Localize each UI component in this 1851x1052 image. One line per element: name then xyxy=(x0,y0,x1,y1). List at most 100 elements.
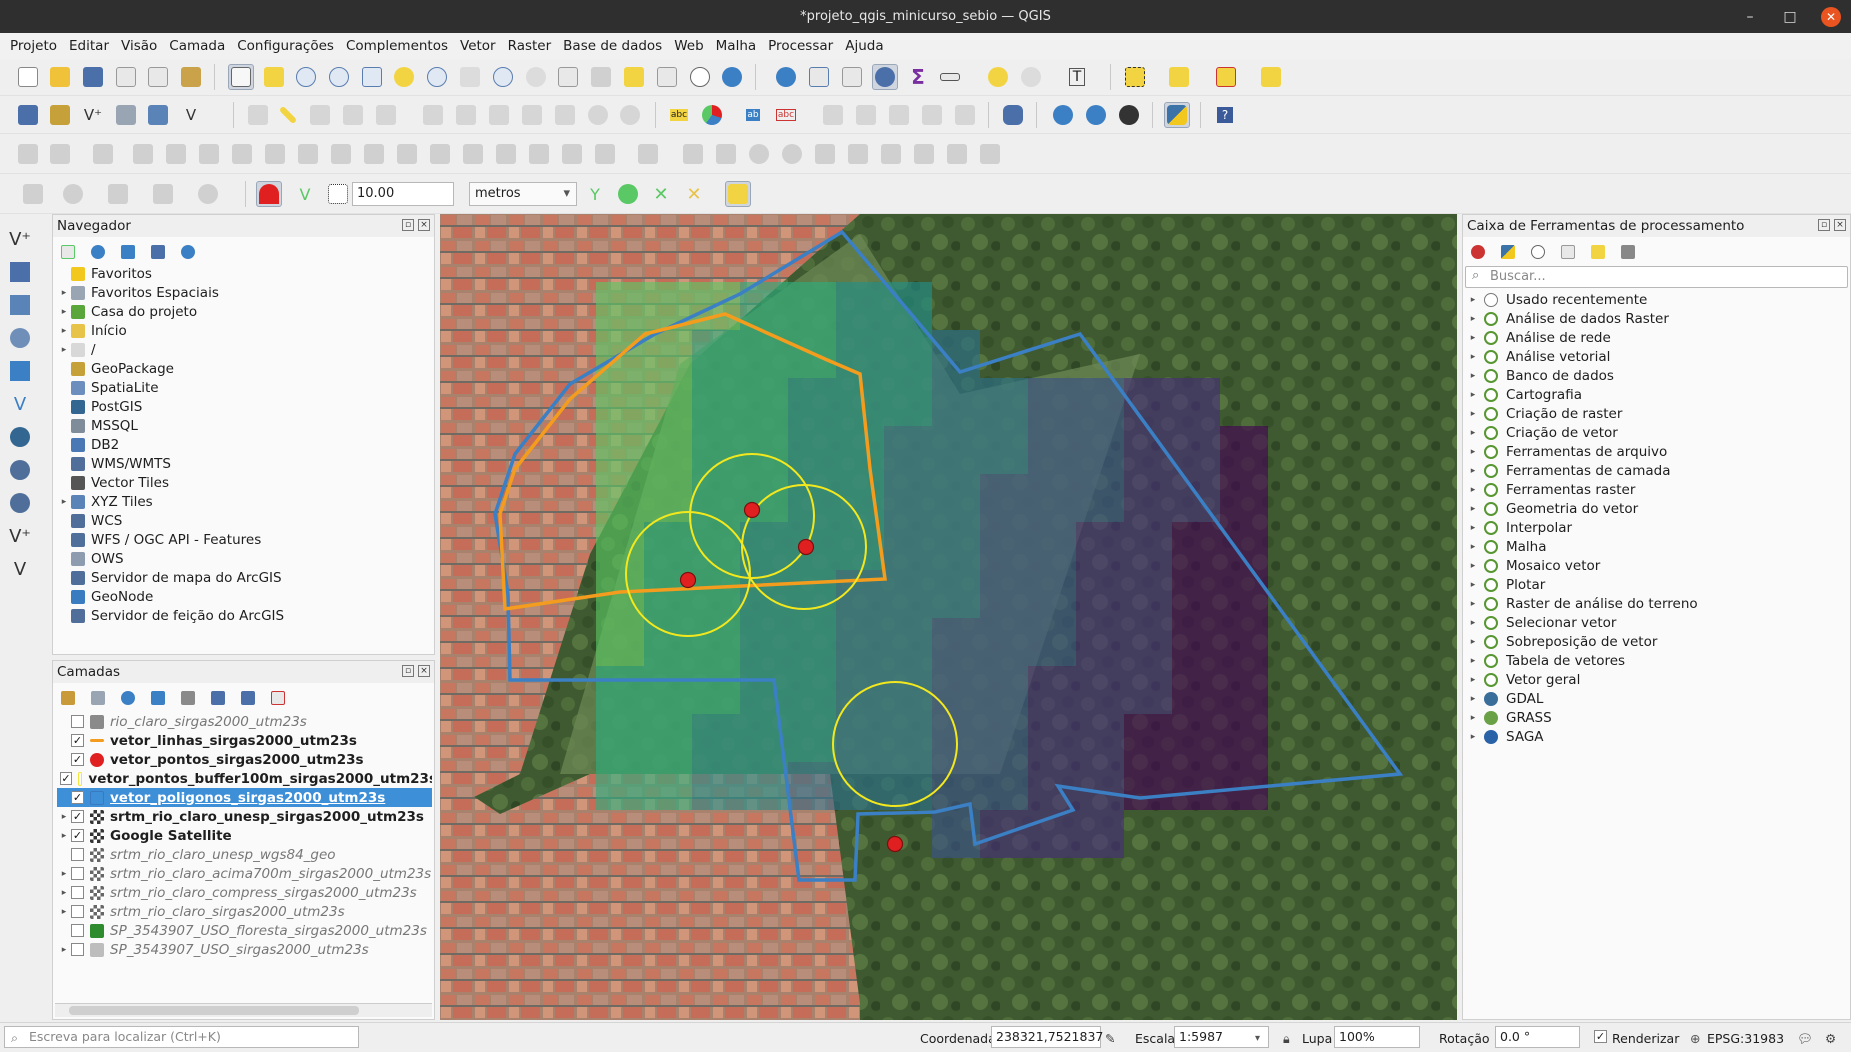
expand-arrow-icon[interactable]: ▸ xyxy=(1466,656,1480,666)
digitize-shape-icon[interactable] xyxy=(944,141,970,167)
refresh-browser-icon[interactable] xyxy=(91,245,105,259)
menu-editar[interactable]: Editar xyxy=(63,38,115,54)
select-features-icon[interactable] xyxy=(1122,64,1148,90)
zoom-to-selection-icon[interactable] xyxy=(391,64,417,90)
scrollbar-thumb[interactable] xyxy=(69,1006,359,1015)
expand-arrow-icon[interactable]: ▸ xyxy=(1466,675,1480,685)
layer-row[interactable]: ✓ vetor_poligonos_sirgas2000_utm23s xyxy=(57,788,432,807)
browser-item[interactable]: SpatiaLite xyxy=(57,378,159,397)
layer-row[interactable]: ✓ vetor_pontos_sirgas2000_utm23s xyxy=(57,750,432,769)
fill-ring-icon[interactable] xyxy=(262,141,288,167)
digitize-polygon-icon[interactable] xyxy=(845,141,871,167)
digitize-ellipse-icon[interactable] xyxy=(779,141,805,167)
processing-group[interactable]: ▸ Raster de análise do terreno xyxy=(1466,594,1698,613)
add-wcs-layer-icon[interactable] xyxy=(6,489,34,517)
expand-arrow-icon[interactable]: ▸ xyxy=(1466,542,1480,552)
float-panel-icon[interactable]: ▫ xyxy=(402,219,414,231)
expand-arrow-icon[interactable]: ▸ xyxy=(57,907,71,917)
modify-attributes-icon[interactable] xyxy=(420,102,446,128)
annotation-icon[interactable] xyxy=(1018,64,1044,90)
processing-group[interactable]: ▸ Vetor geral xyxy=(1466,670,1581,689)
highlight-labels-icon[interactable]: ab xyxy=(740,102,766,128)
layer-row[interactable]: ▸ SP_3543907_USO_sirgas2000_utm23s xyxy=(57,940,432,959)
browser-item[interactable]: GeoPackage xyxy=(57,359,174,378)
snapping-vertex-icon[interactable] xyxy=(325,181,351,207)
expand-arrow-icon[interactable]: ▸ xyxy=(1466,466,1480,476)
digitize-stream-icon[interactable] xyxy=(911,141,937,167)
expand-arrow-icon[interactable]: ▸ xyxy=(1466,561,1480,571)
browser-item[interactable]: ▸ Favoritos Espaciais xyxy=(57,283,219,302)
style-manager-icon[interactable] xyxy=(178,64,204,90)
expand-arrow-icon[interactable]: ▸ xyxy=(1466,713,1480,723)
open-attribute-table-icon[interactable] xyxy=(806,64,832,90)
layer-visibility-checkbox[interactable]: ✓ xyxy=(71,810,84,823)
snapping-tolerance-input[interactable]: 10.00 xyxy=(352,182,454,206)
layer-row[interactable]: ▸ srtm_rio_claro_compress_sirgas2000_utm2… xyxy=(57,883,432,902)
close-button[interactable]: ✕ xyxy=(1821,6,1841,27)
rotate-point-symbols-icon[interactable] xyxy=(559,141,585,167)
expand-arrow-icon[interactable]: ▸ xyxy=(1466,295,1480,305)
add-mesh-layer-icon[interactable] xyxy=(6,291,34,319)
models-icon[interactable] xyxy=(1471,245,1485,259)
layer-visibility-checkbox[interactable] xyxy=(71,924,84,937)
offset-point-symbols-icon[interactable] xyxy=(592,141,618,167)
browser-item[interactable]: Vector Tiles xyxy=(57,473,169,492)
digitize-curve-icon[interactable] xyxy=(878,141,904,167)
new-shapefile-layer-icon[interactable]: V⁺ xyxy=(80,102,106,128)
add-delimited-text-icon[interactable] xyxy=(6,357,34,385)
browser-item[interactable]: ▸ Início xyxy=(57,321,127,340)
snapping-units-select[interactable]: metros xyxy=(469,182,577,206)
processing-group[interactable]: ▸ Ferramentas raster xyxy=(1466,480,1636,499)
float-panel-icon[interactable]: ▫ xyxy=(1818,219,1830,231)
processing-group[interactable]: ▸ Interpolar xyxy=(1466,518,1572,537)
layer-visibility-checkbox[interactable] xyxy=(71,943,84,956)
redo-icon[interactable] xyxy=(617,102,643,128)
add-wms-layer-icon[interactable] xyxy=(6,456,34,484)
locator-input[interactable]: Escreva para localizar (Ctrl+K) xyxy=(4,1026,359,1048)
merge-attributes-icon[interactable] xyxy=(526,141,552,167)
digitize-rectangle-icon[interactable] xyxy=(812,141,838,167)
add-postgis-layer-icon[interactable] xyxy=(6,423,34,451)
delete-part-icon[interactable] xyxy=(328,141,354,167)
new-temporary-layer-icon[interactable] xyxy=(113,102,139,128)
pan-hand-icon[interactable] xyxy=(228,64,254,90)
expand-arrow-icon[interactable]: ▸ xyxy=(1466,333,1480,343)
expand-all-icon[interactable] xyxy=(211,691,225,705)
shape-digitizing-icon[interactable] xyxy=(105,181,131,207)
browser-item[interactable]: ▸ XYZ Tiles xyxy=(57,492,153,511)
menu-visao[interactable]: Visão xyxy=(115,38,163,54)
expand-arrow-icon[interactable]: ▸ xyxy=(1466,599,1480,609)
new-project-icon[interactable] xyxy=(15,64,41,90)
paste-features-icon[interactable] xyxy=(552,102,578,128)
delete-selected-icon[interactable] xyxy=(453,102,479,128)
expand-arrow-icon[interactable]: ▸ xyxy=(1466,352,1480,362)
new-virtual-layer-icon[interactable] xyxy=(145,102,171,128)
messages-icon[interactable]: 💬︎ xyxy=(1797,1028,1813,1049)
browser-item[interactable]: WCS xyxy=(57,511,122,530)
menu-complementos[interactable]: Complementos xyxy=(340,38,454,54)
new-map-view-icon[interactable] xyxy=(555,64,581,90)
processing-toolbox-icon[interactable] xyxy=(872,64,898,90)
layer-row[interactable]: ✓ vetor_pontos_buffer100m_sirgas2000_utm2… xyxy=(57,769,432,788)
filter-legend-icon[interactable] xyxy=(151,691,165,705)
layers-scrollbar[interactable] xyxy=(55,1003,432,1017)
history-icon[interactable] xyxy=(1531,245,1545,259)
edit-features-in-place-icon[interactable] xyxy=(1591,245,1605,259)
statistical-summary-icon[interactable]: Σ xyxy=(905,64,931,90)
layer-row[interactable]: ▸ srtm_rio_claro_acima700m_sirgas2000_utm… xyxy=(57,864,432,883)
expand-arrow-icon[interactable]: ▸ xyxy=(1466,409,1480,419)
add-vector-layer-icon[interactable]: V xyxy=(178,102,204,128)
new-print-layout-icon[interactable] xyxy=(113,64,139,90)
digitize-with-curve-icon[interactable] xyxy=(60,181,86,207)
data-source-manager-icon[interactable] xyxy=(15,102,41,128)
processing-group[interactable]: ▸ Tabela de vetores xyxy=(1466,651,1625,670)
browser-item[interactable]: MSSQL xyxy=(57,416,138,435)
layer-visibility-checkbox[interactable] xyxy=(71,905,84,918)
reshape-features-icon[interactable] xyxy=(361,141,387,167)
processing-group[interactable]: ▸ Selecionar vetor xyxy=(1466,613,1617,632)
processing-search-input[interactable]: Buscar... xyxy=(1465,266,1848,288)
render-checkbox[interactable]: ✓ xyxy=(1594,1030,1607,1043)
label-properties-icon[interactable] xyxy=(952,102,978,128)
zoom-in-icon[interactable] xyxy=(293,64,319,90)
expand-arrow-icon[interactable]: ▸ xyxy=(1466,618,1480,628)
